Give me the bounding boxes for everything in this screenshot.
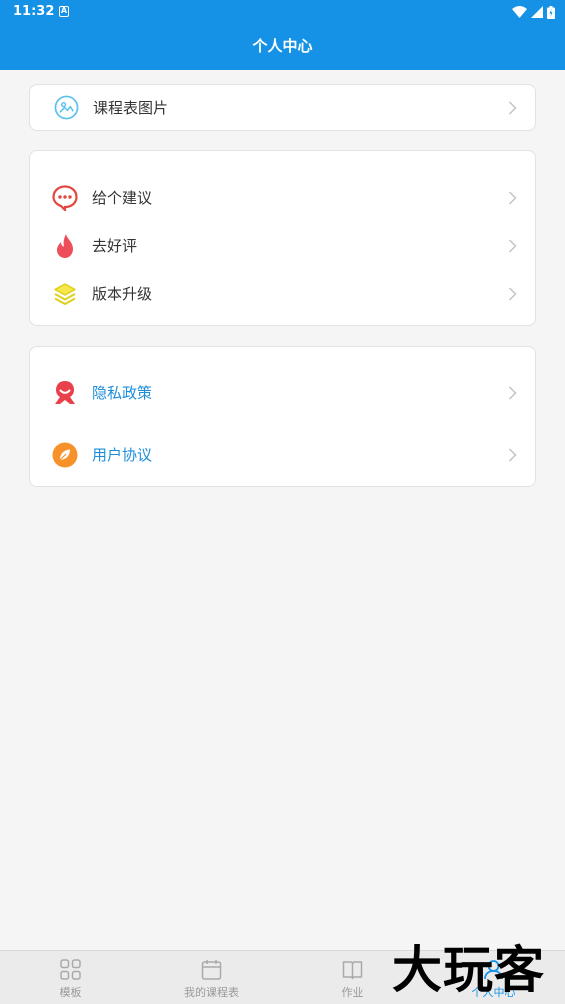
battery-icon: [547, 5, 555, 19]
signal-icon: [531, 6, 543, 18]
menu-item-upgrade[interactable]: 版本升级: [30, 274, 535, 314]
menu-item-privacy-policy[interactable]: 隐私政策: [30, 373, 535, 413]
notification-icon: A: [59, 6, 69, 17]
shield-icon: [55, 381, 75, 404]
wifi-icon: [512, 6, 527, 18]
chevron-right-icon: [508, 386, 517, 400]
status-time: 11:32: [13, 4, 55, 19]
card-course-image: 课程表图片: [29, 84, 536, 131]
card-feedback: 给个建议 去好评 版本升级: [29, 150, 536, 326]
tab-my-schedule[interactable]: 我的课程表: [141, 951, 282, 1004]
watermark-logo: 大玩客: [392, 941, 545, 999]
menu-item-label: 课程表图片: [93, 99, 169, 117]
book-icon: [342, 961, 363, 980]
chat-bubble-icon: [52, 185, 78, 211]
status-icons: [512, 5, 555, 19]
flame-icon: [57, 234, 73, 258]
menu-item-course-image[interactable]: 课程表图片: [30, 88, 535, 128]
menu-item-label: 去好评: [92, 237, 138, 255]
menu-item-suggestion[interactable]: 给个建议: [30, 178, 535, 218]
chevron-right-icon: [508, 448, 517, 462]
chevron-right-icon: [508, 101, 517, 115]
menu-item-rate[interactable]: 去好评: [30, 226, 535, 266]
menu-item-label: 隐私政策: [92, 384, 153, 402]
image-icon: [54, 95, 79, 120]
tab-templates[interactable]: 模板: [0, 951, 141, 1004]
app-header: 个人中心: [0, 24, 565, 70]
tab-label: 模板: [59, 986, 82, 999]
menu-item-label: 版本升级: [92, 285, 153, 303]
tab-label: 我的课程表: [184, 986, 239, 999]
chevron-right-icon: [508, 287, 517, 301]
layers-icon: [54, 283, 76, 305]
menu-item-label: 给个建议: [92, 189, 153, 207]
menu-item-label: 用户协议: [92, 446, 153, 464]
chevron-right-icon: [508, 191, 517, 205]
menu-item-user-agreement[interactable]: 用户协议: [30, 435, 535, 475]
leaf-icon: [52, 442, 78, 468]
card-legal: 隐私政策 用户协议: [29, 346, 536, 487]
status-bar: 11:32 A: [0, 0, 565, 24]
page-title: 个人中心: [252, 37, 313, 55]
calendar-icon: [201, 960, 222, 980]
chevron-right-icon: [508, 239, 517, 253]
grid-icon: [60, 959, 81, 980]
